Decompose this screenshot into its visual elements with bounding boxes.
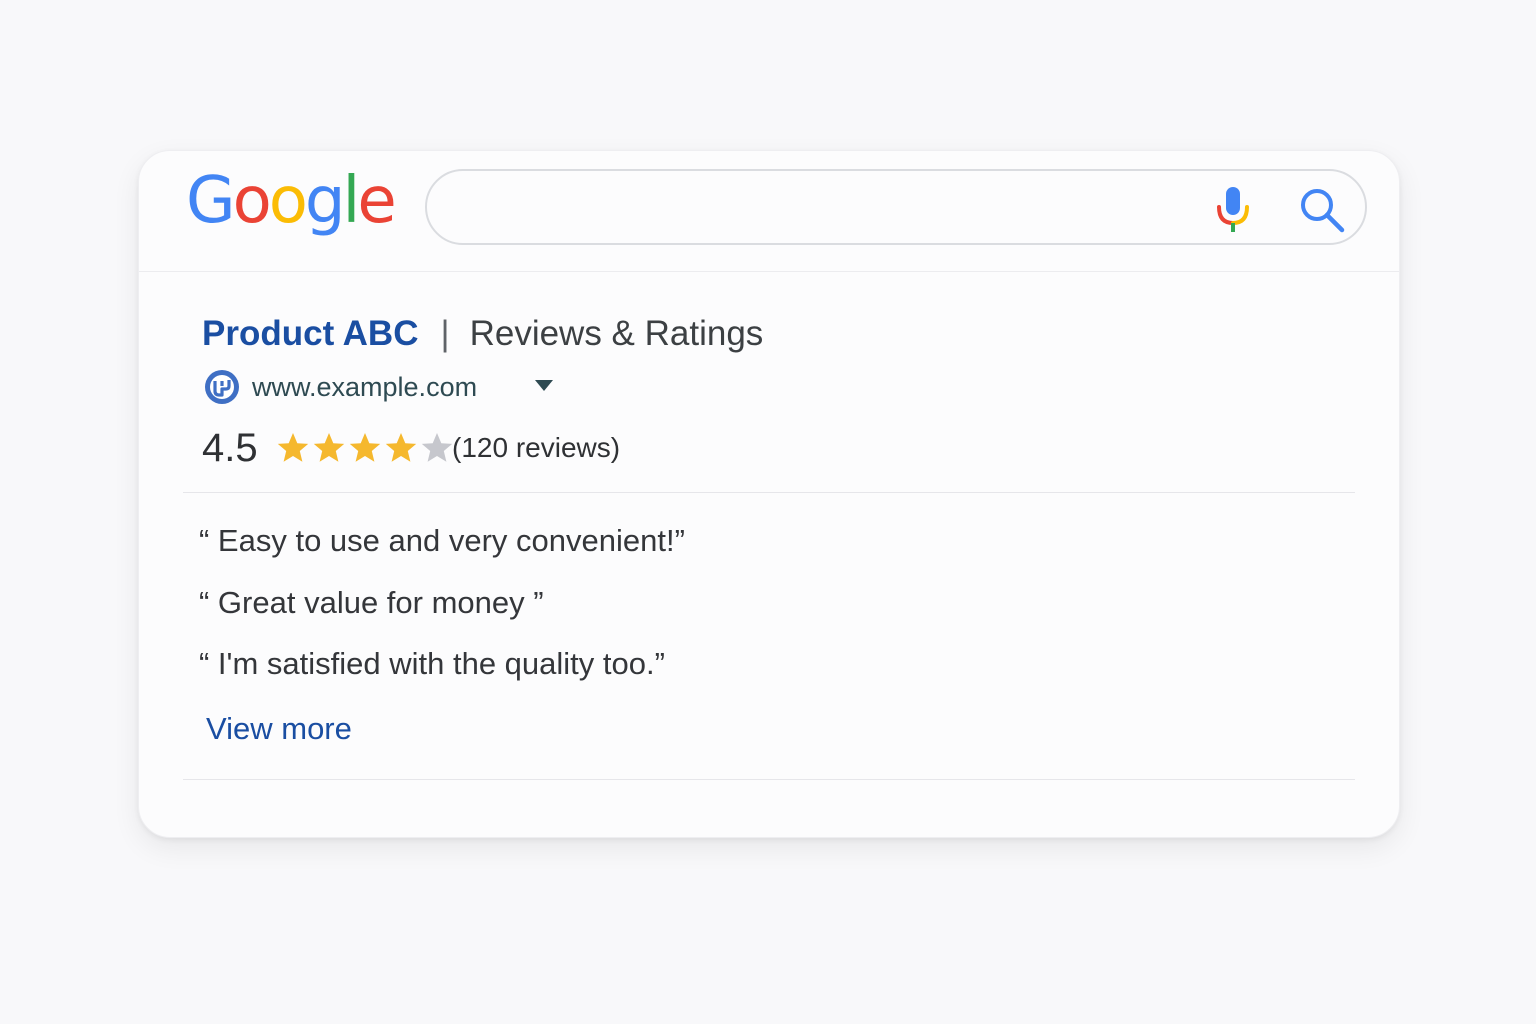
rating-value: 4.5 [202,426,258,470]
search-box[interactable] [425,169,1367,245]
review-quote: “ I'm satisfied with the quality too.” [199,646,665,681]
logo-letter: G [186,164,236,238]
result-subtitle: Reviews & Ratings [469,314,764,353]
star-rating [276,431,456,465]
search-header: Google [139,151,1399,272]
star-filled-icon [349,433,381,462]
result-title-row: Product ABC | Reviews & Ratings [202,311,763,357]
search-input[interactable] [451,185,1195,231]
logo-letter: o [232,164,272,238]
logo-letter: g [304,164,346,238]
review-quote: “ Easy to use and very convenient!” [199,523,685,558]
result-url[interactable]: www.example.com [252,370,477,404]
site-favicon-icon [205,370,239,404]
google-logo[interactable]: Google [186,164,397,238]
search-result-card: Google Product ABC | Reviews & Ratings w… [138,150,1400,838]
magnifier-icon[interactable] [1297,185,1347,233]
star-filled-icon [385,433,417,462]
star-filled-icon [313,433,345,462]
view-more-link[interactable]: View more [206,709,352,749]
title-separator: | [440,314,450,353]
review-quote: “ Great value for money ” [199,585,544,620]
divider [183,779,1355,780]
star-filled-icon [277,433,309,462]
divider [183,492,1355,493]
logo-letter: l [342,164,361,238]
logo-letter: o [268,164,308,238]
star-empty-icon [421,433,453,462]
logo-letter: e [357,164,396,238]
review-count[interactable]: (120 reviews) [452,429,620,467]
microphone-icon[interactable] [1213,185,1253,233]
caret-down-icon[interactable] [535,380,553,392]
result-title-link[interactable]: Product ABC [202,314,418,353]
